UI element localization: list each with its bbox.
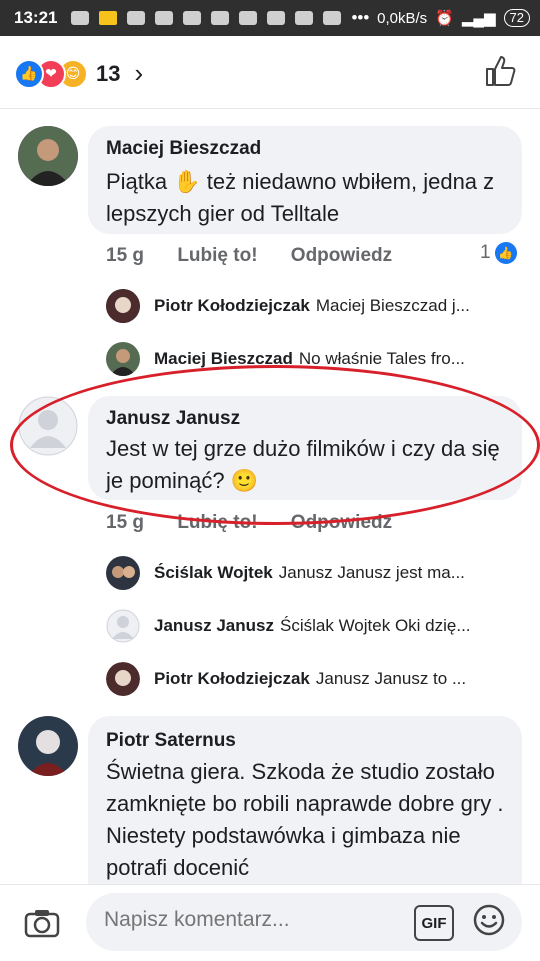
avatar[interactable]	[18, 126, 78, 186]
comment-input[interactable]	[102, 907, 406, 933]
reply-preview[interactable]: Ściślak Wojtek Janusz Janusz jest ma...	[106, 556, 479, 590]
net-speed: 0,0kB/s	[377, 9, 428, 27]
alarm-icon: ⏰	[435, 10, 454, 27]
comment-time: 15 g	[106, 245, 145, 266]
reply-author: Piotr Kołodziejczak	[154, 296, 310, 315]
comment-likes[interactable]: 1 👍	[480, 242, 517, 264]
reply-button[interactable]: Odpowiedz	[291, 512, 392, 533]
reply-text: Janusz Janusz jest ma...	[278, 563, 465, 582]
like-button[interactable]: Lubię to!	[177, 245, 257, 266]
gif-button[interactable]: GIF	[414, 905, 454, 941]
like-reaction-icon: 👍	[494, 242, 517, 264]
app-icon	[211, 11, 230, 25]
reply-preview[interactable]: Piotr Kołodziejczak Janusz Janusz to ...	[106, 662, 516, 696]
like-count: 1	[480, 242, 491, 263]
reply-button[interactable]: Odpowiedz	[291, 245, 392, 266]
like-button[interactable]: Lubię to!	[177, 512, 257, 533]
comment-actions: 15 g Lubię to! Odpowiedz	[106, 245, 420, 267]
reply-preview[interactable]: Piotr Kołodziejczak Maciej Bieszczad j..…	[106, 289, 516, 323]
like-thumb-icon[interactable]	[484, 54, 518, 88]
app-icon	[239, 11, 258, 25]
avatar	[106, 289, 140, 323]
status-bar: 13:21 ••• 0,0kB/s ⏰ ▂▄▆ 72	[0, 0, 540, 36]
avatar[interactable]	[18, 716, 78, 776]
person-photo-icon	[106, 662, 140, 696]
reply-author: Maciej Bieszczad	[154, 349, 293, 368]
reply-author: Piotr Kołodziejczak	[154, 669, 310, 688]
comment-author[interactable]: Janusz Janusz	[106, 408, 240, 430]
emoji-icon[interactable]	[472, 903, 506, 937]
battery-level: 72	[503, 9, 530, 27]
app-icon	[71, 11, 90, 25]
comment-composer: GIF	[0, 884, 540, 961]
person-photo-icon	[18, 716, 78, 776]
person-photo-icon	[18, 126, 78, 186]
avatar	[106, 662, 140, 696]
comment-text: Jest w tej grze dużo filmików i czy da s…	[106, 436, 500, 493]
avatar[interactable]	[18, 396, 78, 456]
youtube-icon	[295, 11, 314, 25]
reply-text: Maciej Bieszczad j...	[315, 296, 470, 315]
reply-text: No właśnie Tales fro...	[298, 349, 465, 368]
person-photo-icon	[106, 342, 140, 376]
chevron-right-icon: ›	[134, 58, 144, 88]
reply-preview[interactable]: Janusz Janusz Ściślak Wojtek Oki dzię...	[106, 609, 480, 643]
reactions-summary[interactable]: 👍 ❤ 😊 13 ›	[14, 58, 143, 89]
signal-icon: ▂▄▆	[461, 10, 496, 27]
app-icon	[127, 11, 146, 25]
comment-author[interactable]: Maciej Bieszczad	[106, 138, 261, 160]
person-photo-icon	[106, 289, 140, 323]
avatar	[106, 609, 140, 643]
avatar	[106, 342, 140, 376]
reply-preview[interactable]: Maciej Bieszczad No właśnie Tales fro...	[106, 342, 499, 376]
default-profile-icon	[106, 609, 140, 643]
person-photo-icon	[106, 556, 140, 590]
avatar	[106, 556, 140, 590]
mcdonalds-icon	[99, 11, 118, 25]
comment-author[interactable]: Piotr Saternus	[106, 730, 236, 752]
download-icon	[267, 11, 286, 25]
comment-time: 15 g	[106, 512, 145, 533]
reply-text: Janusz Janusz to ...	[315, 669, 467, 688]
comment-actions: 15 g Lubię to! Odpowiedz	[106, 512, 420, 534]
reactions-header: 👍 ❤ 😊 13 ›	[0, 36, 540, 109]
comment-input-box[interactable]: GIF	[86, 893, 522, 951]
camera-icon[interactable]	[24, 907, 60, 939]
status-time: 13:21	[14, 8, 58, 27]
notification-icons: •••	[71, 8, 369, 28]
reply-text: Ściślak Wojtek Oki dzię...	[280, 616, 471, 635]
comment-text: Piątka ✋ też niedawno wbiłem, jedna z le…	[106, 169, 495, 226]
app-icon	[183, 11, 202, 25]
reply-author: Janusz Janusz	[154, 616, 274, 635]
like-reaction-icon: 👍	[14, 58, 44, 89]
comment-text: Świetna giera. Szkoda że studio zostało …	[106, 759, 504, 880]
reply-author: Ściślak Wojtek	[154, 563, 273, 582]
reaction-count: 13	[96, 60, 121, 86]
app-icon	[155, 11, 174, 25]
more-dots-icon: •••	[351, 8, 370, 27]
default-profile-icon	[18, 396, 78, 456]
youtube-icon	[323, 11, 342, 25]
